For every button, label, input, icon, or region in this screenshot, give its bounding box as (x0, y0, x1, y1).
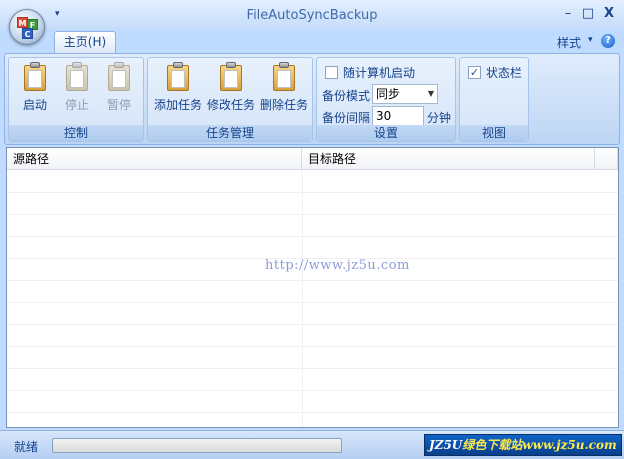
brand-part-c: www.jz5u.com (522, 438, 617, 452)
group-view-caption: 视图 (460, 125, 528, 141)
interval-unit-label: 分钟 (427, 111, 452, 125)
task-list[interactable]: 源路径 目标路径 http://www.jz5u.com (6, 147, 619, 428)
stop-button[interactable]: 停止 (57, 62, 97, 113)
group-view: ✓ 状态栏 视图 (459, 57, 529, 142)
logo-cube-c-icon: C (22, 28, 33, 39)
add-task-button[interactable]: 添加任务 (152, 62, 204, 113)
status-bar: 就绪 JZ5U绿色下载站www.jz5u.com (0, 430, 624, 459)
column-header-target[interactable]: 目标路径 (302, 148, 595, 170)
backup-mode-select[interactable]: 同步 ▼ (372, 84, 438, 104)
group-settings: 随计算机启动 备份模式 同步 ▼ 备份间隔 30 分钟 设置 (316, 57, 456, 142)
clipboard-icon (218, 62, 244, 92)
title-bar: ▾ FileAutoSyncBackup – □ X (0, 0, 624, 30)
clipboard-icon (165, 62, 191, 92)
backup-interval-label: 备份间隔 (322, 111, 371, 125)
backup-mode-value: 同步 (376, 87, 401, 101)
help-icon[interactable]: ? (601, 34, 615, 48)
chevron-down-icon[interactable]: ▾ (588, 35, 593, 45)
start-button[interactable]: 启动 (15, 62, 55, 113)
edit-task-button[interactable]: 修改任务 (205, 62, 257, 113)
group-task-management-caption: 任务管理 (148, 125, 312, 141)
close-button[interactable]: X (602, 7, 616, 21)
column-header-source[interactable]: 源路径 (7, 148, 302, 170)
watermark-badge: JZ5U绿色下载站www.jz5u.com (424, 434, 622, 456)
clipboard-icon (271, 62, 297, 92)
clipboard-icon (22, 62, 48, 92)
statusbar-checkbox[interactable]: ✓ (468, 66, 481, 79)
pause-label: 暂停 (106, 98, 131, 112)
clipboard-icon (64, 62, 90, 92)
pause-button[interactable]: 暂停 (99, 62, 139, 113)
autostart-label: 随计算机启动 (343, 66, 416, 80)
minimize-button[interactable]: – (561, 7, 575, 21)
watermark-url: http://www.jz5u.com (265, 258, 410, 273)
window-title: FileAutoSyncBackup (246, 8, 378, 23)
application-menu-button[interactable]: M F C (9, 9, 45, 45)
backup-mode-label: 备份模式 (322, 89, 371, 103)
column-header-filler (595, 148, 618, 170)
stop-label: 停止 (64, 98, 89, 112)
restore-button[interactable]: □ (581, 7, 595, 21)
group-control: 启动 停止 暂停 控制 (8, 57, 144, 142)
status-text: 就绪 (14, 440, 39, 454)
group-task-management: 添加任务 修改任务 删除任务 任务管理 (147, 57, 313, 142)
start-label: 启动 (22, 98, 47, 112)
chevron-down-icon[interactable]: ▼ (428, 85, 434, 103)
delete-task-button[interactable]: 删除任务 (258, 62, 310, 113)
autostart-checkbox[interactable] (325, 66, 338, 79)
group-settings-caption: 设置 (317, 125, 455, 141)
clipboard-icon (106, 62, 132, 92)
style-menu[interactable]: 样式 (557, 34, 581, 51)
tab-home[interactable]: 主页(H) (54, 31, 116, 54)
ribbon-tab-strip: 主页(H) 样式 ▾ ? (0, 30, 624, 54)
add-task-label: 添加任务 (153, 98, 202, 112)
brand-part-a: JZ5U (429, 438, 463, 452)
statusbar-label: 状态栏 (486, 66, 523, 80)
backup-interval-input[interactable]: 30 (372, 106, 424, 126)
brand-part-b: 绿色下载站 (462, 438, 523, 452)
delete-task-label: 删除任务 (259, 98, 308, 112)
group-control-caption: 控制 (9, 125, 143, 141)
progress-bar (52, 438, 342, 453)
ribbon-panel: 启动 停止 暂停 控制 添加任务 修改任务 删除任务 任务管理 随计算机启动 备… (4, 53, 620, 145)
edit-task-label: 修改任务 (206, 98, 255, 112)
